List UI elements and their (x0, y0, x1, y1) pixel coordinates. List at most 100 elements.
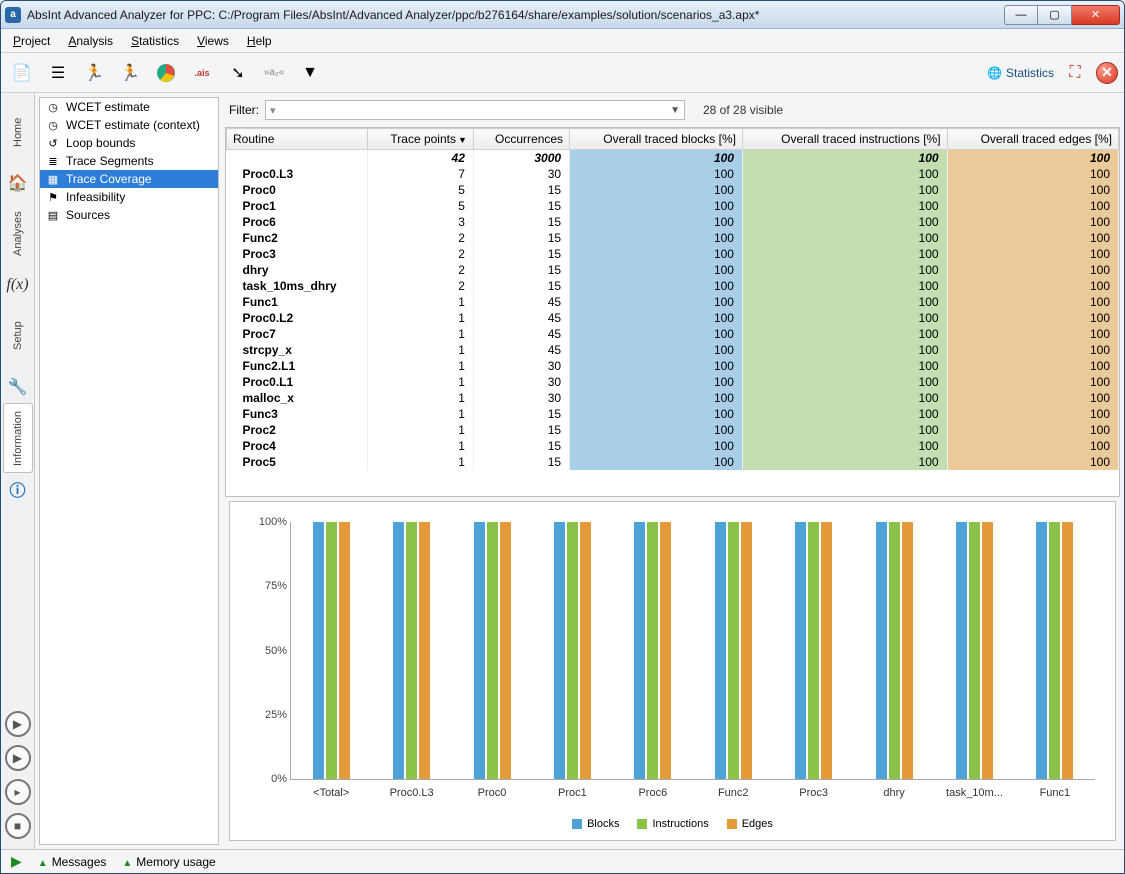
bar (313, 522, 324, 779)
cell-instructions: 100 (742, 230, 947, 246)
tool-arrow-icon[interactable]: ➘ (223, 58, 253, 88)
cell-blocks: 100 (570, 214, 743, 230)
column-header[interactable]: Trace points▼ (367, 129, 473, 150)
cell-instructions: 100 (742, 166, 947, 182)
column-header[interactable]: Overall traced edges [%] (947, 129, 1118, 150)
table-row[interactable]: Proc0.L1130100100100 (227, 374, 1119, 390)
sidebar-item-label: WCET estimate (context) (66, 118, 200, 132)
table-row[interactable]: Func3115100100100 (227, 406, 1119, 422)
tool-a2-icon[interactable]: »a₂« (259, 58, 289, 88)
column-header[interactable]: Routine (227, 129, 368, 150)
cell-blocks: 100 (570, 310, 743, 326)
statistics-link[interactable]: 🌐 Statistics (987, 66, 1054, 80)
cell-instructions: 100 (742, 326, 947, 342)
cell-blocks: 100 (570, 246, 743, 262)
cell-blocks: 100 (570, 422, 743, 438)
rail-tab-information[interactable]: Information (3, 403, 33, 473)
table-row[interactable]: Func1145100100100 (227, 294, 1119, 310)
table-row[interactable]: strcpy_x145100100100 (227, 342, 1119, 358)
bar (1036, 522, 1047, 779)
tool-funnel-icon[interactable]: ▼ (295, 58, 325, 88)
cell-instructions: 100 (742, 358, 947, 374)
close-button[interactable]: ✕ (1072, 5, 1120, 25)
titlebar[interactable]: a AbsInt Advanced Analyzer for PPC: C:/P… (1, 1, 1124, 29)
table-row[interactable]: Proc5115100100100 (227, 454, 1119, 470)
sidebar-item-label: Infeasibility (66, 190, 125, 204)
cell-routine: Proc3 (227, 246, 368, 262)
dropdown-icon[interactable]: ▼ (670, 105, 680, 116)
run-indicator-icon[interactable]: ▶ (11, 853, 22, 870)
bar (567, 522, 578, 779)
close-round-button[interactable]: ✕ (1096, 62, 1118, 84)
coverage-table[interactable]: RoutineTrace points▼OccurrencesOverall t… (225, 127, 1120, 497)
play-all-button[interactable]: ▶ (5, 745, 31, 771)
menu-statistics[interactable]: Statistics (123, 31, 187, 51)
bar (339, 522, 350, 779)
rail-tab-setup[interactable]: Setup (3, 301, 33, 371)
table-row[interactable]: Proc1515100100100 (227, 198, 1119, 214)
table-row[interactable]: malloc_x130100100100 (227, 390, 1119, 406)
cell-routine: Func2.L1 (227, 358, 368, 374)
filter-input[interactable] (280, 102, 667, 118)
rail-tab-analyses[interactable]: Analyses (3, 199, 33, 269)
menu-help[interactable]: Help (239, 31, 280, 51)
column-header[interactable]: Overall traced blocks [%] (570, 129, 743, 150)
minimize-button[interactable]: — (1004, 5, 1038, 25)
table-row[interactable]: task_10ms_dhry215100100100 (227, 278, 1119, 294)
menu-analysis[interactable]: Analysis (60, 31, 121, 51)
sidebar-item[interactable]: ≣Trace Segments (40, 152, 218, 170)
column-header[interactable]: Occurrences (473, 129, 569, 150)
cell-tracepoints: 1 (367, 358, 473, 374)
table-row[interactable]: Proc7145100100100 (227, 326, 1119, 342)
step-button[interactable]: ▸ (5, 779, 31, 805)
sidebar-item[interactable]: ◷WCET estimate (context) (40, 116, 218, 134)
x-tick-label: <Total> (291, 787, 371, 799)
fullscreen-icon[interactable]: ⛶ (1060, 58, 1090, 88)
cell-instructions: 100 (742, 214, 947, 230)
cell-edges: 100 (947, 150, 1118, 167)
table-row[interactable]: dhry215100100100 (227, 262, 1119, 278)
cell-routine: Proc0.L3 (227, 166, 368, 182)
menu-project[interactable]: Project (5, 31, 58, 51)
column-header[interactable]: Overall traced instructions [%] (742, 129, 947, 150)
cell-tracepoints: 2 (367, 246, 473, 262)
bar-group: Proc6 (613, 522, 693, 779)
table-row[interactable]: Proc3215100100100 (227, 246, 1119, 262)
sidebar-item[interactable]: ▦Trace Coverage (40, 170, 218, 188)
table-row[interactable]: Proc0515100100100 (227, 182, 1119, 198)
sidebar-item[interactable]: ↺Loop bounds (40, 134, 218, 152)
table-row[interactable]: 423000100100100 (227, 150, 1119, 167)
sidebar-item[interactable]: ▤Sources (40, 206, 218, 224)
menu-views[interactable]: Views (189, 31, 237, 51)
cell-edges: 100 (947, 422, 1118, 438)
cell-edges: 100 (947, 310, 1118, 326)
status-messages[interactable]: ▲Messages (38, 855, 107, 869)
tool-run2-icon[interactable]: 🏃 (115, 58, 145, 88)
table-row[interactable]: Proc2115100100100 (227, 422, 1119, 438)
cell-occurrences: 30 (473, 358, 569, 374)
stop-button[interactable]: ■ (5, 813, 31, 839)
table-row[interactable]: Func2215100100100 (227, 230, 1119, 246)
sidebar-item[interactable]: ◷WCET estimate (40, 98, 218, 116)
rail-tab-home[interactable]: Home (3, 97, 33, 167)
table-row[interactable]: Func2.L1130100100100 (227, 358, 1119, 374)
tool-new-icon[interactable]: 📄 (7, 58, 37, 88)
tool-pie-icon[interactable] (151, 58, 181, 88)
table-row[interactable]: Proc0.L2145100100100 (227, 310, 1119, 326)
tool-ais-icon[interactable]: .ais (187, 58, 217, 88)
cell-tracepoints: 1 (367, 422, 473, 438)
filter-box[interactable]: ▾ ▼ (265, 100, 685, 120)
sidebar-item-icon: ◷ (46, 101, 60, 114)
table-row[interactable]: Proc6315100100100 (227, 214, 1119, 230)
tool-run-icon[interactable]: 🏃 (79, 58, 109, 88)
bar (969, 522, 980, 779)
tool-list-icon[interactable]: ☰ (43, 58, 73, 88)
bar-group: Proc3 (773, 522, 853, 779)
sidebar-item[interactable]: ⚑Infeasibility (40, 188, 218, 206)
maximize-button[interactable]: ▢ (1038, 5, 1072, 25)
play-button[interactable]: ▶ (5, 711, 31, 737)
table-row[interactable]: Proc4115100100100 (227, 438, 1119, 454)
bar (728, 522, 739, 779)
status-memory[interactable]: ▲Memory usage (122, 855, 215, 869)
table-row[interactable]: Proc0.L3730100100100 (227, 166, 1119, 182)
